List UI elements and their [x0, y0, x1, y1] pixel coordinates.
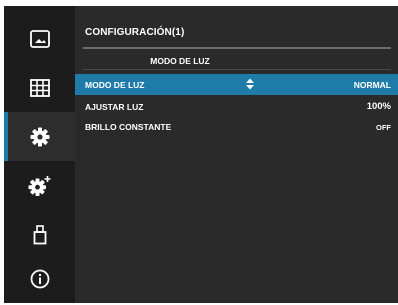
info-icon — [30, 269, 49, 288]
setting-value: NORMAL — [353, 80, 391, 90]
gear-icon — [30, 127, 49, 146]
menu-frame: CONFIGURACIÓN(1) MODO DE LUZ MODO DE LUZ… — [4, 6, 398, 303]
up-down-arrows-icon — [246, 78, 254, 90]
setting-label: BRILLO CONSTANTE — [85, 122, 172, 132]
sidebar-item-image[interactable] — [4, 14, 75, 63]
sidebar-item-info[interactable] — [4, 254, 75, 303]
sidebar-item-settings-advanced[interactable] — [4, 161, 75, 210]
usb-icon — [33, 224, 46, 244]
title-divider — [83, 47, 391, 49]
setting-value: OFF — [376, 123, 391, 132]
setting-label: MODO DE LUZ — [85, 80, 145, 90]
sidebar — [4, 6, 75, 303]
screen: CONFIGURACIÓN(1) MODO DE LUZ MODO DE LUZ… — [0, 0, 398, 305]
section-divider — [83, 69, 391, 70]
grid-icon — [29, 78, 50, 97]
gear-plus-icon — [28, 175, 50, 196]
section-title: MODO DE LUZ — [150, 56, 210, 66]
settings-panel: CONFIGURACIÓN(1) MODO DE LUZ MODO DE LUZ… — [75, 6, 398, 303]
setting-row-adjust-light[interactable]: AJUSTAR LUZ 100% — [75, 96, 398, 117]
setting-value: 100% — [366, 101, 391, 112]
setting-label: AJUSTAR LUZ — [85, 102, 144, 112]
setting-row-constant-brightness[interactable]: BRILLO CONSTANTE OFF — [75, 116, 398, 137]
sidebar-item-usb[interactable] — [4, 210, 75, 259]
image-icon — [29, 29, 50, 48]
page-title: CONFIGURACIÓN(1) — [85, 27, 185, 38]
setting-row-light-mode[interactable]: MODO DE LUZ NORMAL — [75, 74, 398, 95]
sidebar-item-grid[interactable] — [4, 63, 75, 112]
sidebar-item-settings[interactable] — [4, 112, 75, 161]
